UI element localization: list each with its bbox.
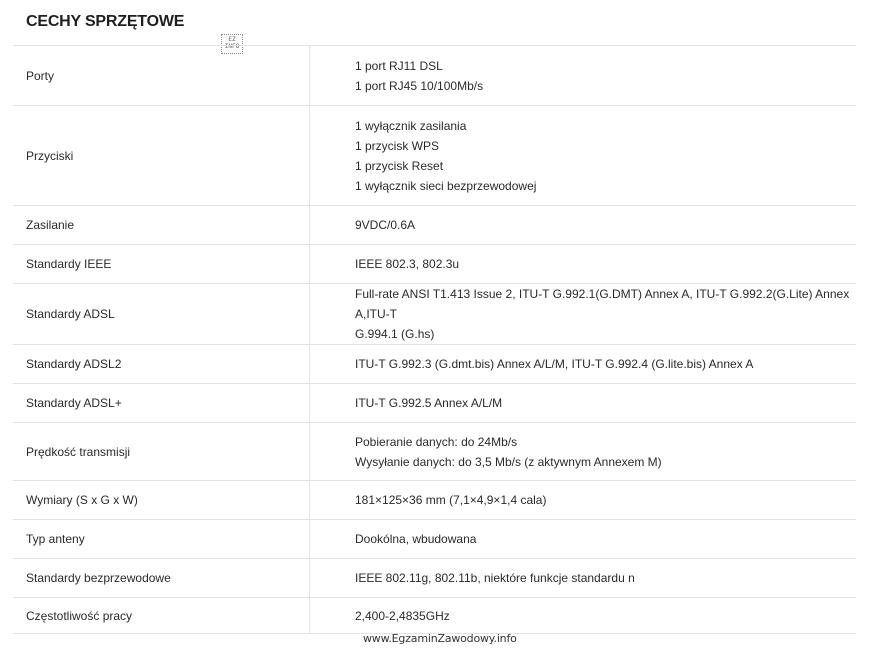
spec-row: Standardy ADSL+ ITU-T G.992.5 Annex A/L/M [13,383,856,423]
spec-label: Standardy ADSL2 [13,344,310,384]
spec-value-line: Dookólna, wbudowana [355,532,477,546]
spec-label: Standardy ADSL [13,283,310,345]
spec-label: Przyciski [13,105,310,206]
spec-value-line: IEEE 802.3, 802.3u [355,257,460,271]
specs-table-body: Porty 1 port RJ11 DSL 1 port RJ45 10/100Mb… [13,45,856,634]
spec-label: Standardy bezprzewodowe [13,558,310,598]
spec-row: Częstotliwość pracy 2,400-2,4835GHz [13,597,856,634]
page-title: CECHY SPRZĘTOWE [26,13,185,30]
spec-value-line: Full-rate ANSI T1.413 Issue 2, ITU-T G.9… [355,287,850,321]
spec-row: Standardy IEEE IEEE 802.3, 802.3u [13,244,856,284]
spec-label: Częstotliwość pracy [13,597,310,634]
spec-value: IEEE 802.3, 802.3u [309,244,856,284]
spec-value-line: ITU-T G.992.5 Annex A/L/M [355,396,503,410]
spec-value: ITU-T G.992.5 Annex A/L/M [309,383,856,423]
spec-value-line: 181×125×36 mm (7,1×4,9×1,4 cala) [355,493,547,507]
spec-label: Typ anteny [13,519,310,559]
spec-value-line: 1 wyłącznik zasilania [355,118,467,133]
spec-value: ITU-T G.992.3 (G.dmt.bis) Annex A/L/M, I… [309,344,856,384]
spec-value-line: 1 port RJ45 10/100Mb/s [355,78,484,93]
spec-label: Prędkość transmisji [13,422,310,481]
spec-value: 1 wyłącznik zasilania 1 przycisk WPS 1 prz… [309,105,856,206]
spec-value-line: 1 przycisk Reset [355,158,444,173]
spec-value-line: 9VDC/0.6A [355,218,416,232]
spec-value: Full-rate ANSI T1.413 Issue 2, ITU-T G.9… [309,283,856,345]
spec-value: IEEE 802.11g, 802.11b, niektóre funkcje … [309,558,856,598]
spec-row: Wymiary (S x G x W) 181×125×36 mm (7,1×4,… [13,480,856,520]
spec-value: 181×125×36 mm (7,1×4,9×1,4 cala) [309,480,856,520]
spec-value: 9VDC/0.6A [309,205,856,245]
spec-value-line: 1 przycisk WPS [355,138,440,153]
spec-row: Porty 1 port RJ11 DSL 1 port RJ45 10/100Mb… [13,45,856,106]
spec-value: 2,400-2,4835GHz [309,597,856,634]
spec-value-line: ITU-T G.992.3 (G.dmt.bis) Annex A/L/M, I… [355,357,754,371]
spec-value-line: IEEE 802.11g, 802.11b, niektóre funkcje … [355,571,635,585]
spec-row: Przyciski 1 wyłącznik zasilania 1 przycisk… [13,105,856,206]
spec-row: Standardy ADSL2 ITU-T G.992.3 (G.dmt.bis)… [13,344,856,384]
spec-value-line: Wysyłanie danych: do 3,5 Mb/s (z aktywny… [355,454,662,469]
spec-value-line: 1 wyłącznik sieci bezprzewodowej [355,178,537,193]
spec-value-line: G.994.1 (G.hs) [355,327,435,341]
spec-row: Zasilanie 9VDC/0.6A [13,205,856,245]
hardware-specs-table: Porty 1 port RJ11 DSL 1 port RJ45 10/100Mb… [13,45,856,634]
spec-row: Standardy bezprzewodowe IEEE 802.11g, 802… [13,558,856,598]
spec-row: Standardy ADSL Full-rate ANSI T1.413 Issu… [13,283,856,345]
watermark-url: www.EgzaminZawodowy.info [363,632,517,645]
spec-label: Porty [13,45,310,106]
spec-value: 1 port RJ11 DSL 1 port RJ45 10/100Mb/s [309,45,856,106]
spec-label: Wymiary (S x G x W) [13,480,310,520]
spec-value-line: Pobieranie danych: do 24Mb/s [355,434,518,449]
spec-label: Zasilanie [13,205,310,245]
spec-label: Standardy IEEE [13,244,310,284]
spec-value: Pobieranie danych: do 24Mb/s Wysyłanie da… [309,422,856,481]
spec-value: Dookólna, wbudowana [309,519,856,559]
spec-value-line: 2,400-2,4835GHz [355,608,450,623]
spec-value-line: 1 port RJ11 DSL [355,58,443,73]
spec-row: Prędkość transmisji Pobieranie danych: do… [13,422,856,481]
spec-row: Typ anteny Dookólna, wbudowana [13,519,856,559]
spec-label: Standardy ADSL+ [13,383,310,423]
